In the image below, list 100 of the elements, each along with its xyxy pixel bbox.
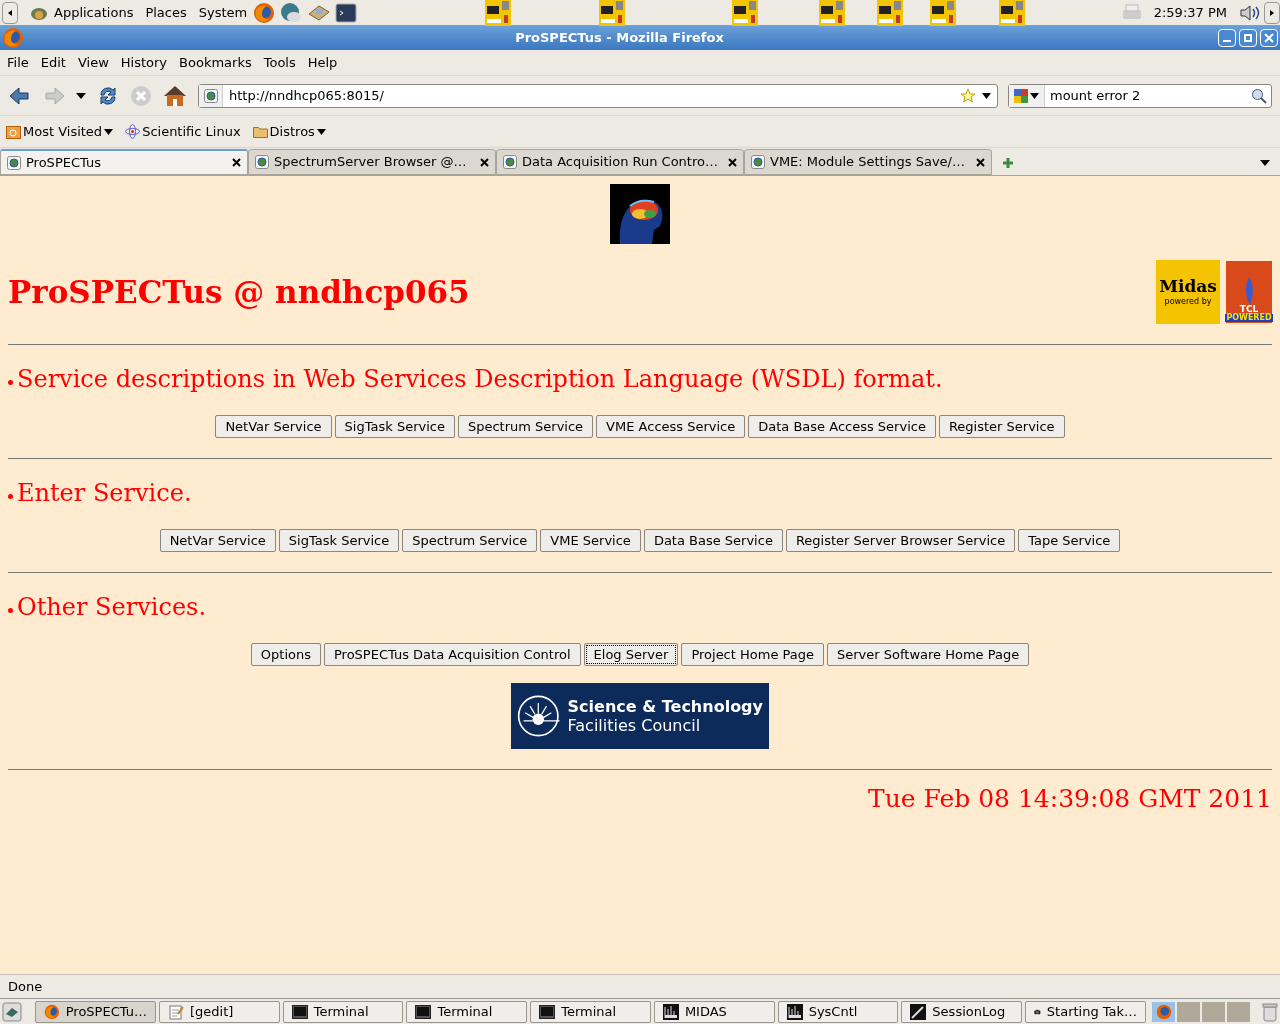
section-title: Enter Service. [17,478,192,509]
service-button[interactable]: SigTask Service [334,415,455,438]
taskbar-button[interactable]: MIDAS [653,1000,775,1023]
star-icon[interactable] [960,87,976,104]
bookmark-item[interactable]: Most Visited [6,121,114,142]
service-button[interactable]: Server Software Home Page [827,643,1030,666]
close-icon[interactable] [728,157,737,167]
menu-item[interactable]: File [1,52,35,73]
clock[interactable]: 2:59:37 PM [1153,2,1227,23]
caret-icon [1030,92,1039,99]
home-icon[interactable] [162,83,188,108]
midas-launcher-icon[interactable] [819,0,846,26]
midas-launcher-icon[interactable] [930,0,957,26]
close-icon[interactable] [232,158,241,167]
taskbar-button[interactable]: Terminal [530,1000,651,1023]
logo-text: Midas [1159,278,1217,295]
folder-icon [252,125,268,138]
taskbar-button[interactable]: ProSPECTu… [34,1000,156,1023]
midas-launcher-icon[interactable] [732,0,759,26]
page-icon [7,155,21,170]
panel-menu[interactable]: Applications [54,2,134,23]
browser-tab[interactable]: Data Acquisition Run Contro… [496,149,744,175]
show-desktop-icon[interactable] [2,1001,22,1022]
section-title: Other Services. [17,592,207,623]
atom-icon [125,124,141,139]
midas-launcher-icon[interactable] [599,0,626,26]
menu-item[interactable]: Tools [257,52,302,73]
workspace-switcher[interactable] [1151,1000,1177,1023]
service-button[interactable]: Options [250,643,321,666]
terminal-icon[interactable] [335,1,358,24]
midas-launcher-icon[interactable] [999,0,1026,26]
page-icon [751,155,765,169]
menu-item[interactable]: Help [301,52,344,73]
search-engine-icon[interactable] [1014,88,1028,103]
menu-item[interactable]: View [71,52,115,73]
logo-text: Science & Technology [567,697,763,716]
service-button[interactable]: SigTask Service [278,529,400,552]
service-button[interactable]: NetVar Service [215,415,332,438]
taskbar-button[interactable]: SessionLog [901,1000,1023,1023]
service-button[interactable]: NetVar Service [159,529,276,552]
left-arrow-icon [8,9,12,16]
section-title: Service descriptions in Web Services Description Language (WSDL) format. [17,364,943,395]
browser-tab[interactable]: VME: Module Settings Save/… [744,149,992,175]
midas-launcher-icon[interactable] [877,0,904,26]
caret-icon[interactable] [76,92,86,99]
caret-icon [982,92,991,99]
caret-icon [104,128,114,135]
service-button[interactable]: Register Server Browser Service [785,529,1016,552]
service-button[interactable]: VME Service [540,529,641,552]
pen-icon [910,1003,927,1020]
workspace-switcher[interactable] [1176,1000,1202,1023]
service-button[interactable]: Spectrum Service [402,529,538,552]
menu-item[interactable]: History [114,52,174,73]
maximize-button[interactable] [1239,29,1257,47]
close-icon[interactable] [480,157,489,167]
taskbar-button[interactable]: [gedit] [158,1000,280,1023]
back-arrow-icon[interactable] [8,85,30,106]
url-field[interactable]: http://nndhcp065:8015/ [198,83,998,108]
plus-icon[interactable] [1002,157,1014,169]
close-button[interactable] [1260,29,1278,47]
logo-text: TCL [1239,305,1259,314]
bookmark-item[interactable]: Distros [252,121,326,142]
panel-scroll-left-button[interactable] [2,1,18,24]
search-icon[interactable] [1251,87,1267,104]
menu-item[interactable]: Edit [34,52,72,73]
bullet-icon [8,379,13,385]
firefox-icon[interactable] [253,1,276,24]
service-button[interactable]: Register Service [938,415,1065,438]
panel-menu[interactable]: Places [145,2,187,23]
taskbar-button[interactable]: Starting Tak… [1025,1000,1147,1023]
service-button[interactable]: Tape Service [1018,529,1121,552]
service-button[interactable]: ProSPECTus Data Acquisition Control [323,643,581,666]
bullet-icon [8,493,13,499]
caret-icon [316,128,326,135]
bookmark-item[interactable]: Scientific Linux [125,121,241,142]
taskbar-button[interactable]: Terminal [282,1000,404,1023]
panel-menu[interactable]: System [198,2,248,23]
bullet-icon [8,607,13,613]
caret-icon[interactable] [1260,160,1270,166]
workspace-switcher[interactable] [1201,1000,1227,1023]
service-button[interactable]: Elog Server [583,643,679,666]
service-button[interactable]: Project Home Page [681,643,824,666]
service-button[interactable]: VME Access Service [596,415,746,438]
panel-scroll-right-button[interactable] [1264,1,1280,24]
service-button[interactable]: Data Base Service [643,529,783,552]
search-field[interactable]: mount error 2 [1008,83,1272,108]
taskbar-button[interactable]: SysCntl [777,1000,899,1023]
browser-tab[interactable]: SpectrumServer Browser @… [248,149,496,175]
folder-icon [6,124,21,139]
minimize-button[interactable] [1218,29,1236,47]
browser-tab[interactable]: ProSPECTus [0,149,248,175]
midas-launcher-icon[interactable] [485,0,512,26]
workspace-switcher[interactable] [1226,1000,1252,1023]
taskbar-button[interactable]: Terminal [406,1000,528,1023]
logo-text: powered by [1164,298,1212,306]
service-button[interactable]: Data Base Access Service [748,415,936,438]
volume-icon[interactable] [1239,2,1261,23]
menu-item[interactable]: Bookmarks [173,52,258,73]
close-icon[interactable] [976,157,985,167]
service-button[interactable]: Spectrum Service [457,415,594,438]
